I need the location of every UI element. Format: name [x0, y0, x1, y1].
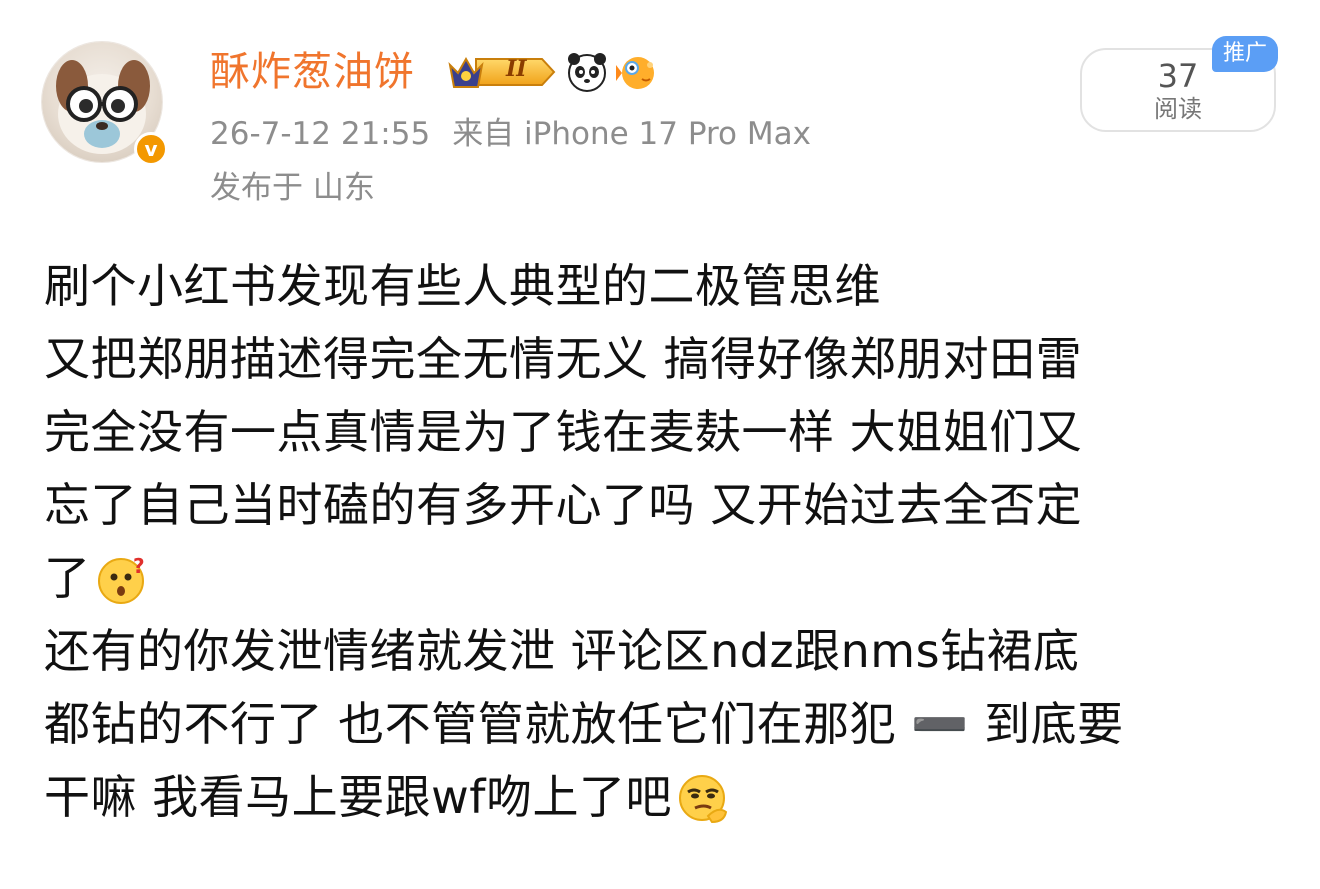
post-line: 又把郑朋描述得完全无情无义 搞得好像郑朋对田雷 [44, 323, 1284, 396]
crown-level-badge-icon[interactable]: II [446, 51, 558, 93]
post-line-text: 刷个小红书发现有些人典型的二极管思维 [44, 259, 881, 313]
post-line: 还有的你发泄情绪就发泄 评论区ndz跟nms钻裙底 [44, 615, 1284, 688]
post-line-text: 又把郑朋描述得完全无情无义 搞得好像郑朋对田雷 [44, 332, 1083, 386]
level-badge-text: II [506, 56, 527, 82]
post-line: 忘了自己当时磕的有多开心了吗 又开始过去全否定 [44, 469, 1284, 542]
post-header: v 酥炸葱油饼 II 26-7-12 21:55 来自 iPhone 17 Pr… [0, 0, 1320, 230]
post-line: 干嘛 我看马上要跟wf吻上了吧 [44, 761, 1284, 834]
post-source: 来自 iPhone 17 Pro Max [452, 116, 811, 152]
thinking-smirk-emoji-icon [678, 774, 728, 823]
post-location: 发布于 山东 [210, 170, 375, 206]
post-line-text: 了 [44, 551, 91, 605]
post-line: 都钻的不行了 也不管管就放任它们在那犯 ➖ 到底要 [44, 688, 1284, 761]
verified-badge-icon: v [134, 132, 168, 166]
post-line: 完全没有一点真情是为了钱在麦麸一样 大姐姐们又 [44, 396, 1284, 469]
svg-text:?: ? [133, 554, 145, 578]
post-line: 了 ? [44, 542, 1284, 615]
post-line-text: 忘了自己当时磕的有多开心了吗 又开始过去全否定 [44, 478, 1083, 532]
post-line-text: 还有的你发泄情绪就发泄 评论区ndz跟nms钻裙底 [44, 624, 1080, 678]
read-label: 阅读 [1154, 95, 1202, 123]
post-timestamp: 26-7-12 21:55 [210, 116, 431, 152]
puffer-fish-emoji-icon[interactable] [616, 51, 658, 93]
confused-face-emoji-icon: ? [97, 554, 145, 604]
post-line: 刷个小红书发现有些人典型的二极管思维 [44, 250, 1284, 323]
panda-emoji-icon[interactable] [566, 51, 608, 93]
post-body: 刷个小红书发现有些人典型的二极管思维 又把郑朋描述得完全无情无义 搞得好像郑朋对… [44, 250, 1284, 834]
post-meta: 26-7-12 21:55 来自 iPhone 17 Pro Max [210, 112, 811, 156]
username[interactable]: 酥炸葱油饼 [210, 44, 415, 100]
post-line-text: 都钻的不行了 也不管管就放任它们在那犯 ➖ 到底要 [44, 697, 1124, 751]
user-badges: II [446, 48, 658, 96]
post-line-text: 干嘛 我看马上要跟wf吻上了吧 [44, 770, 672, 824]
promo-button[interactable]: 推广 [1212, 36, 1278, 72]
avatar[interactable]: v [38, 38, 170, 170]
post-line-text: 完全没有一点真情是为了钱在麦麸一样 大姐姐们又 [44, 405, 1083, 459]
